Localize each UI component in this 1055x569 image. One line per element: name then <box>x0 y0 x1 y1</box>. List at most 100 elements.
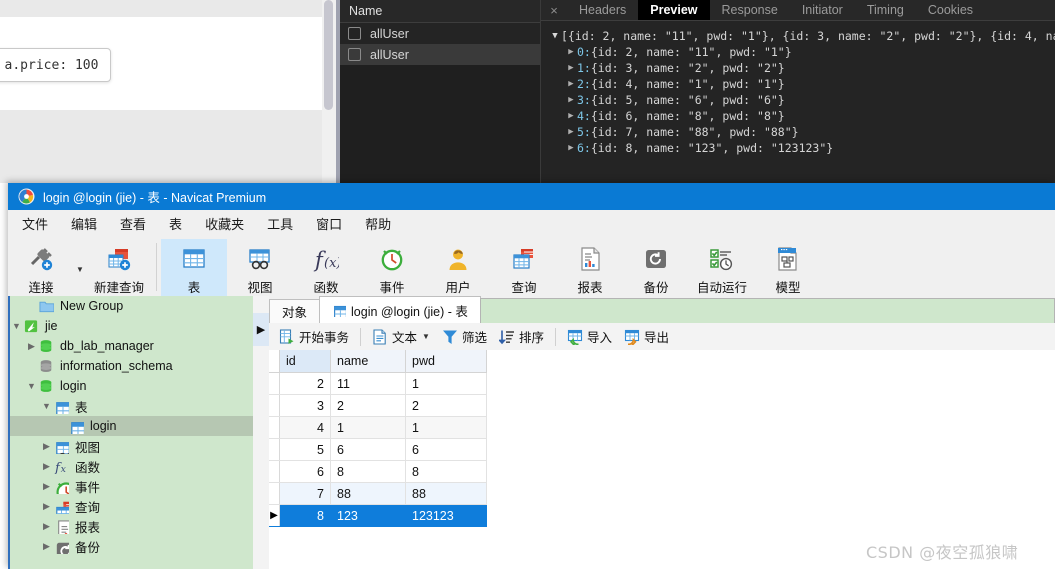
network-request-row[interactable]: allUser <box>340 44 540 65</box>
table-row[interactable]: 2 11 1 <box>269 372 487 395</box>
grid-cell-id[interactable]: 3 <box>279 394 331 417</box>
chevron-down-icon[interactable]: ▼ <box>549 28 561 44</box>
grid-cell-id[interactable]: 4 <box>279 416 331 439</box>
grid-cell-pwd[interactable]: 2 <box>405 394 487 417</box>
tree-item-表[interactable]: ▼ 表 <box>10 396 255 416</box>
grid-cell-pwd[interactable]: 88 <box>405 482 487 505</box>
chevron-down-icon[interactable]: ▼ <box>422 332 430 341</box>
checkbox-icon[interactable] <box>348 48 361 61</box>
toolbar-button-event[interactable]: 事件 <box>359 239 425 300</box>
grid-cell-name[interactable]: 2 <box>330 394 406 417</box>
navicat-title-bar[interactable]: login @login (jie) - 表 - Navicat Premium <box>8 183 1055 210</box>
chevron-right-icon[interactable]: ▶ <box>40 441 53 452</box>
tree-item-查询[interactable]: ▶ 查询 <box>10 496 255 516</box>
chevron-down-icon[interactable]: ▼ <box>40 401 53 411</box>
grid-row-marker[interactable]: ▶ <box>269 504 280 527</box>
tree-item-New Group[interactable]: New Group <box>10 296 255 316</box>
table-row[interactable]: 411 <box>269 416 487 439</box>
chevron-down-icon[interactable]: ▼ <box>25 381 38 391</box>
menu-item-收藏夹[interactable]: 收藏夹 <box>205 214 244 233</box>
grid-cell-pwd[interactable]: 8 <box>405 460 487 483</box>
close-icon[interactable]: × <box>541 0 567 20</box>
table-row[interactable]: ▶ 8 123 123123 <box>269 504 487 527</box>
table-row[interactable]: 566 <box>269 438 487 461</box>
grid-cell-name[interactable]: 88 <box>330 482 406 505</box>
json-row[interactable]: ▶ 4: {id: 6, name: "8", pwd: "8"} <box>549 108 1055 124</box>
grid-row-marker[interactable] <box>269 372 280 395</box>
grid-cell-id[interactable]: 6 <box>279 460 331 483</box>
grid-row-marker[interactable] <box>269 482 280 505</box>
chevron-right-icon[interactable]: ▶ <box>565 124 577 140</box>
json-row[interactable]: ▶ 2: {id: 4, name: "1", pwd: "1"} <box>549 76 1055 92</box>
navicat-tab[interactable]: login @login (jie) - 表 <box>319 296 481 323</box>
toolbar-button-new-query[interactable]: 新建查询 <box>86 239 152 300</box>
tree-item-函数[interactable]: ▶ f x 函数 <box>10 456 255 476</box>
grid-row-marker[interactable] <box>269 460 280 483</box>
chevron-right-icon[interactable]: ▶ <box>40 501 53 512</box>
grid-cell-name[interactable]: 11 <box>330 372 406 395</box>
tree-item-login[interactable]: ▼ login <box>10 376 255 396</box>
json-row[interactable]: ▶ 5: {id: 7, name: "88", pwd: "88"} <box>549 124 1055 140</box>
chevron-right-icon[interactable]: ▶ <box>40 521 53 532</box>
menu-item-窗口[interactable]: 窗口 <box>316 214 342 233</box>
toolbar-button-report[interactable]: 报表 <box>557 239 623 300</box>
json-row[interactable]: ▶ 0: {id: 2, name: "11", pwd: "1"} <box>549 44 1055 60</box>
chevron-right-icon[interactable]: ▶ <box>565 92 577 108</box>
chevron-right-icon[interactable]: ▶ <box>40 461 53 472</box>
table-row[interactable]: 7 88 88 <box>269 482 487 505</box>
chevron-right-icon[interactable]: ▶ <box>565 140 577 156</box>
page-scrollbar-thumb[interactable] <box>324 0 333 110</box>
chevron-down-icon[interactable]: ▼ <box>10 321 23 331</box>
tree-item-login[interactable]: login <box>10 416 255 436</box>
toolbar-button-model[interactable]: 模型 <box>755 239 821 300</box>
devtools-tab-preview[interactable]: Preview <box>638 0 710 20</box>
grid-cell-id[interactable]: 2 <box>279 372 331 395</box>
chevron-down-icon[interactable]: ▼ <box>74 239 86 297</box>
action-filter[interactable]: 筛选 <box>436 325 493 348</box>
action-sort[interactable]: 排序 <box>493 325 550 348</box>
grid-cell-id[interactable]: 8 <box>279 504 331 527</box>
devtools-tab-timing[interactable]: Timing <box>855 0 916 20</box>
grid-row-marker[interactable] <box>269 416 280 439</box>
toolbar-button-user[interactable]: 用户 <box>425 239 491 300</box>
toolbar-button-view[interactable]: 视图 <box>227 239 293 300</box>
grid-cell-name[interactable]: 6 <box>330 438 406 461</box>
grid-row-marker[interactable] <box>269 394 280 417</box>
menu-item-帮助[interactable]: 帮助 <box>365 214 391 233</box>
action-begin-transaction[interactable]: 开始事务 <box>273 325 355 348</box>
menu-item-文件[interactable]: 文件 <box>22 214 48 233</box>
chevron-right-icon[interactable]: ▶ <box>565 76 577 92</box>
json-row[interactable]: ▶ 6: {id: 8, name: "123", pwd: "123123"} <box>549 140 1055 156</box>
toolbar-button-table[interactable]: 表 <box>161 239 227 300</box>
tree-item-备份[interactable]: ▶ 备份 <box>10 536 255 556</box>
chevron-right-icon[interactable]: ▶ <box>40 481 53 492</box>
json-row[interactable]: ▶ 3: {id: 5, name: "6", pwd: "6"} <box>549 92 1055 108</box>
chevron-right-icon[interactable]: ▶ <box>565 60 577 76</box>
action-export[interactable]: 导出 <box>618 325 675 348</box>
toolbar-button-query[interactable]: 查询 <box>491 239 557 300</box>
grid-column-header-pwd[interactable]: pwd <box>405 350 487 373</box>
devtools-tab-cookies[interactable]: Cookies <box>916 0 985 20</box>
network-request-row[interactable]: allUser <box>340 23 540 44</box>
grid-cell-pwd[interactable]: 123123 <box>405 504 487 527</box>
checkbox-icon[interactable] <box>348 27 361 40</box>
grid-cell-id[interactable]: 7 <box>279 482 331 505</box>
grid-row-marker[interactable] <box>269 438 280 461</box>
chevron-right-icon[interactable]: ▶ <box>565 44 577 60</box>
chevron-right-icon[interactable]: ▶ <box>565 108 577 124</box>
tree-item-jie[interactable]: ▼ jie <box>10 316 255 336</box>
grid-column-header-id[interactable]: id <box>279 350 331 373</box>
menu-item-表[interactable]: 表 <box>169 214 182 233</box>
devtools-tab-response[interactable]: Response <box>710 0 790 20</box>
tree-item-db_lab_manager[interactable]: ▶ db_lab_manager <box>10 336 255 356</box>
grid-cell-pwd[interactable]: 6 <box>405 438 487 461</box>
action-import[interactable]: 导入 <box>561 325 618 348</box>
tree-item-information_schema[interactable]: information_schema <box>10 356 255 376</box>
network-name-column-header[interactable]: Name <box>340 0 540 23</box>
action-text[interactable]: 文本 ▼ <box>366 325 436 348</box>
grid-cell-id[interactable]: 5 <box>279 438 331 461</box>
toolbar-button-backup[interactable]: 备份 <box>623 239 689 300</box>
devtools-vertical-divider[interactable] <box>336 0 340 183</box>
grid-cell-name[interactable]: 1 <box>330 416 406 439</box>
grid-cell-name[interactable]: 8 <box>330 460 406 483</box>
